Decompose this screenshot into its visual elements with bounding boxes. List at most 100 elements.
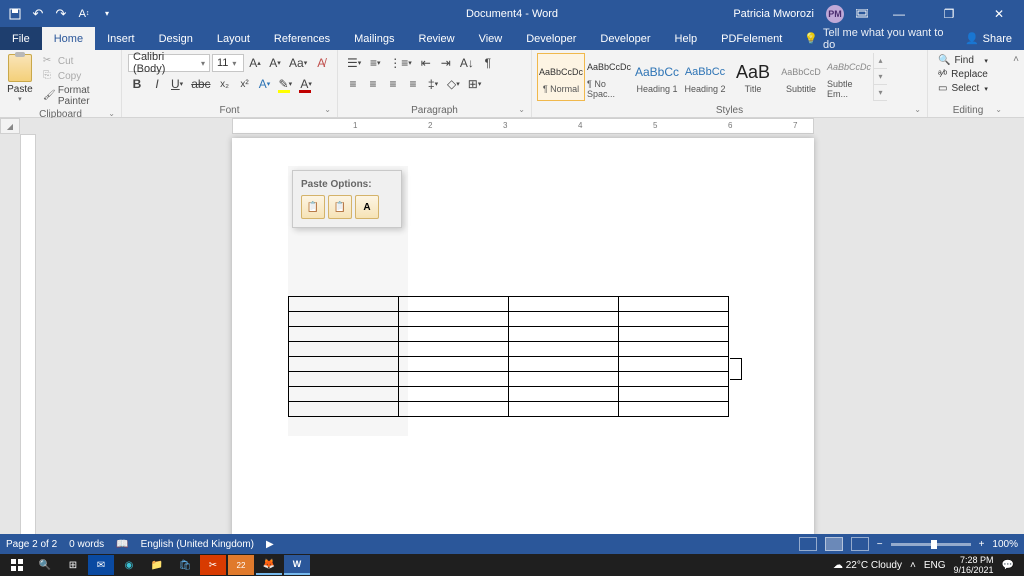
styles-gallery[interactable]: AaBbCcDc¶ Normal AaBbCcDc¶ No Spac... Aa… [536,52,888,102]
taskbar-app-calendar[interactable]: 22 [228,555,254,575]
spellcheck-icon[interactable]: 📖 [116,539,128,550]
style-subtle-em[interactable]: AaBbCcDcSubtle Em... [825,53,873,101]
bold-button[interactable]: B [128,75,146,93]
select-button[interactable]: ▭Select▾ [936,82,990,95]
tab-mailings[interactable]: Mailings [342,27,406,50]
macro-icon[interactable]: ▶ [266,539,274,550]
increase-indent-button[interactable]: ⇥ [437,54,455,72]
task-view-button[interactable]: ⊞ [60,555,86,575]
user-name[interactable]: Patricia Mworozi [733,8,814,20]
line-spacing-button[interactable]: ‡▾ [424,75,442,93]
tab-insert[interactable]: Insert [95,27,147,50]
tab-help[interactable]: Help [663,27,710,50]
print-layout-button[interactable] [825,537,843,551]
save-icon[interactable] [8,7,22,21]
taskbar-app-mail[interactable]: ✉ [88,555,114,575]
table-row[interactable] [289,357,729,372]
grow-font-button[interactable]: A▴ [246,54,264,72]
decrease-indent-button[interactable]: ⇤ [417,54,435,72]
shrink-font-button[interactable]: A▾ [266,54,284,72]
document-page[interactable]: Paste Options: 📋 📋 A [232,138,814,538]
numbering-button[interactable]: ≡▾ [366,54,384,72]
start-button[interactable] [4,555,30,575]
ruler-corner[interactable]: ◢ [0,118,20,134]
qat-dropdown-icon[interactable]: ▾ [100,7,114,21]
styles-scroll[interactable]: ▴▾▾ [873,53,887,101]
style-nospacing[interactable]: AaBbCcDc¶ No Spac... [585,53,633,101]
tell-me-search[interactable]: 💡 Tell me what you want to do [804,27,953,50]
italic-button[interactable]: I [148,75,166,93]
read-mode-button[interactable] [799,537,817,551]
word-count[interactable]: 0 words [69,539,104,550]
subscript-button[interactable]: x₂ [216,75,234,93]
copy-button[interactable]: ⎘Copy [40,69,117,83]
paste-text-only-button[interactable]: A [355,195,379,219]
maximize-button[interactable]: ❐ [930,7,968,21]
tab-view[interactable]: View [467,27,515,50]
align-center-button[interactable]: ≡ [364,75,382,93]
table-row[interactable] [289,297,729,312]
paste-keep-source-button[interactable]: 📋 [301,195,325,219]
taskbar-app-snip[interactable]: ✂ [200,555,226,575]
style-title[interactable]: AaBTitle [729,53,777,101]
tab-design[interactable]: Design [147,27,205,50]
align-right-button[interactable]: ≡ [384,75,402,93]
tray-chevron-icon[interactable]: ˄ [910,560,916,571]
document-table[interactable] [288,296,729,417]
tab-layout[interactable]: Layout [205,27,262,50]
clock[interactable]: 7:28 PM 9/16/2021 [954,555,994,575]
tab-home[interactable]: Home [42,27,95,50]
zoom-level[interactable]: 100% [992,539,1018,550]
tab-developer[interactable]: Developer [514,27,588,50]
paste-merge-button[interactable]: 📋 [328,195,352,219]
find-button[interactable]: 🔍Find▾ [936,54,990,67]
redo-icon[interactable]: ↷ [54,7,68,21]
strikethrough-button[interactable]: abc [188,75,213,93]
cut-button[interactable]: ✂Cut [40,54,117,68]
taskbar-app-store[interactable]: 🛍 [172,555,198,575]
paste-button[interactable]: Paste ▾ [4,52,36,103]
multilevel-button[interactable]: ⋮≡▾ [386,54,415,72]
style-heading1[interactable]: AaBbCcHeading 1 [633,53,681,101]
undo-icon[interactable]: ↶ [31,7,45,21]
borders-button[interactable]: ⊞▾ [465,75,485,93]
ribbon-display-icon[interactable] [856,9,868,19]
language-status[interactable]: English (United Kingdom) [141,539,254,550]
page-count[interactable]: Page 2 of 2 [6,539,57,550]
table-row[interactable] [289,372,729,387]
align-left-button[interactable]: ≡ [344,75,362,93]
search-button[interactable]: 🔍 [32,555,58,575]
horizontal-ruler[interactable]: 1 2 3 4 5 6 7 [232,118,814,134]
sort-button[interactable]: A↓ [457,54,477,72]
tab-review[interactable]: Review [407,27,467,50]
tab-pdfelement[interactable]: PDFelement [709,27,794,50]
justify-button[interactable]: ≡ [404,75,422,93]
table-row[interactable] [289,327,729,342]
zoom-in-button[interactable]: + [979,539,985,550]
shading-button[interactable]: ◇▾ [444,75,463,93]
tab-file[interactable]: File [0,27,42,50]
font-color-button[interactable]: A▾ [297,75,315,93]
input-language[interactable]: ENG [924,560,946,571]
style-heading2[interactable]: AaBbCcHeading 2 [681,53,729,101]
weather-widget[interactable]: ☁ 22°C Cloudy [833,560,902,571]
style-subtitle[interactable]: AaBbCcDSubtitle [777,53,825,101]
touch-mode-icon[interactable]: A↕ [77,7,91,21]
taskbar-app-explorer[interactable]: 📁 [144,555,170,575]
style-normal[interactable]: AaBbCcDc¶ Normal [537,53,585,101]
highlight-button[interactable]: ✎▾ [276,75,296,93]
tab-references[interactable]: References [262,27,342,50]
collapse-ribbon-button[interactable]: ˄ [1008,50,1024,117]
zoom-out-button[interactable]: − [877,539,883,550]
minimize-button[interactable]: — [880,7,918,21]
show-marks-button[interactable]: ¶ [479,54,497,72]
table-row[interactable] [289,342,729,357]
zoom-slider[interactable] [891,543,971,546]
underline-button[interactable]: U▾ [168,75,186,93]
taskbar-app-word[interactable]: W [284,555,310,575]
superscript-button[interactable]: x² [236,75,254,93]
change-case-button[interactable]: Aa▾ [286,54,310,72]
table-row[interactable] [289,312,729,327]
table-row[interactable] [289,387,729,402]
share-button[interactable]: 👤 Share [953,27,1024,50]
